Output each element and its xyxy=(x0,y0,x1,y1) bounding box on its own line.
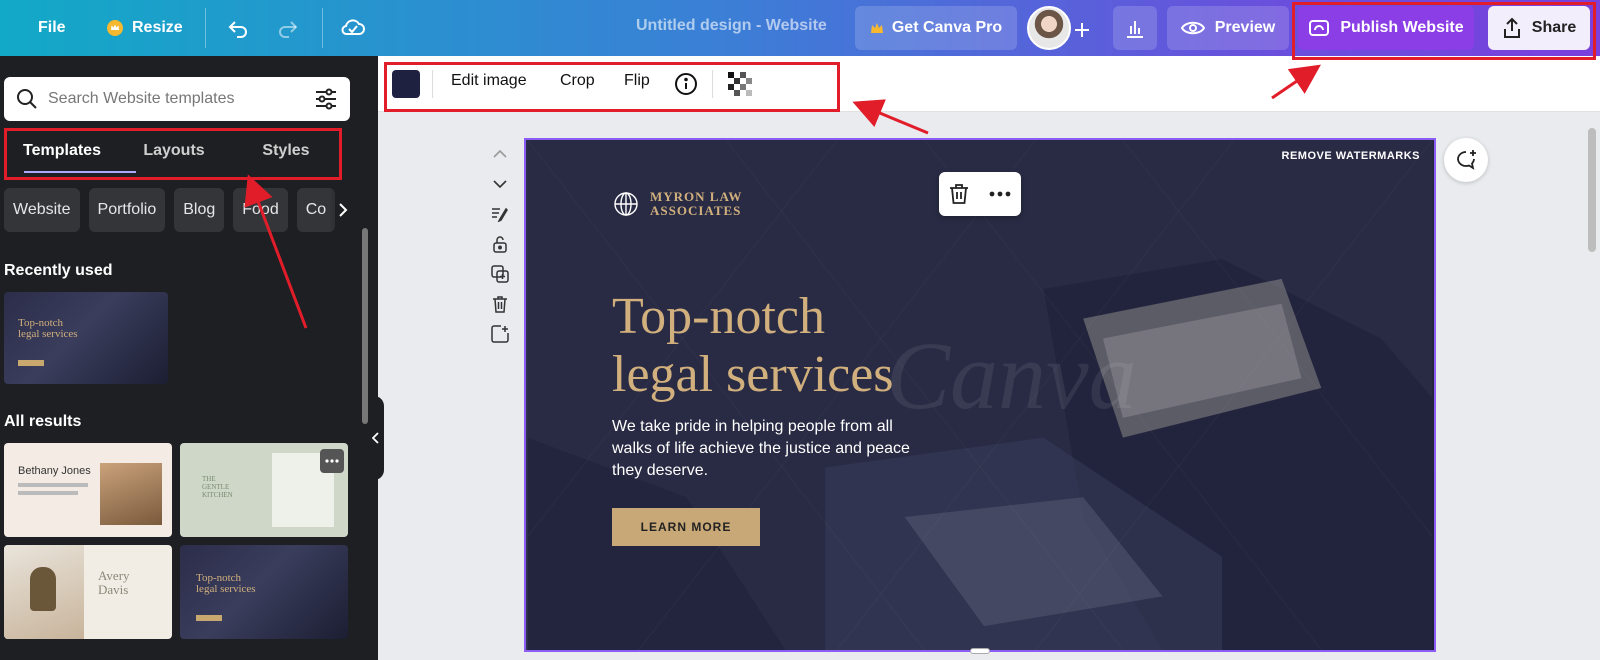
search-input[interactable]: Search Website templates xyxy=(48,90,234,108)
cloud-check-icon xyxy=(340,16,366,40)
chip-food[interactable]: Food xyxy=(233,188,288,232)
lock-page-button[interactable] xyxy=(490,234,510,254)
preview-button[interactable]: Preview xyxy=(1167,6,1289,50)
annotation-box-tabs xyxy=(4,128,342,180)
crown-icon xyxy=(870,22,884,34)
site-logo[interactable]: MYRON LAW ASSOCIATES xyxy=(612,190,742,218)
template-thumbnail[interactable]: Bethany Jones xyxy=(4,443,172,537)
recently-used-heading: Recently used xyxy=(4,262,113,279)
thumb-button xyxy=(196,615,222,621)
thumb-button xyxy=(18,360,44,366)
add-page-icon xyxy=(491,325,509,343)
chevron-down-icon xyxy=(493,180,507,188)
thumb-title-line: THE xyxy=(202,475,216,483)
thumb-title: Bethany Jones xyxy=(18,465,91,477)
logo-line-2: ASSOCIATES xyxy=(650,203,742,218)
add-collaborator-button[interactable] xyxy=(1072,12,1092,48)
more-options-button[interactable] xyxy=(320,449,344,473)
chevron-left-icon xyxy=(372,432,380,444)
thumb-text-line xyxy=(18,491,78,495)
trash-icon xyxy=(492,295,508,313)
chip-website[interactable]: Website xyxy=(4,188,80,232)
redo-icon xyxy=(276,16,300,40)
canva-watermark: Canva xyxy=(886,322,1137,429)
save-status-button[interactable] xyxy=(340,10,366,46)
chip-portfolio[interactable]: Portfolio xyxy=(88,188,166,232)
all-results-heading: All results xyxy=(4,413,82,430)
eye-icon xyxy=(1180,20,1205,36)
page-notes-button[interactable] xyxy=(490,204,510,224)
thumb-title: legal services xyxy=(18,328,78,340)
search-bar[interactable]: Search Website templates xyxy=(4,77,350,121)
undo-button[interactable] xyxy=(226,10,250,46)
thumb-text-line xyxy=(18,483,88,487)
logo-line-1: MYRON LAW xyxy=(650,189,743,204)
preview-label: Preview xyxy=(1214,19,1276,36)
filter-sliders-icon[interactable] xyxy=(314,88,338,110)
chevron-right-icon xyxy=(338,202,348,218)
divider xyxy=(322,8,323,48)
more-icon[interactable] xyxy=(989,191,1011,197)
learn-more-button[interactable]: LEARN MORE xyxy=(612,508,760,546)
element-context-menu xyxy=(939,172,1021,216)
move-page-up-button[interactable] xyxy=(490,144,510,164)
chevron-up-icon xyxy=(493,150,507,158)
recent-template-thumbnail[interactable]: Top-notch legal services xyxy=(4,292,168,384)
thumb-title: Avery Davis xyxy=(98,569,130,597)
duplicate-icon xyxy=(491,265,509,283)
page-resize-handle[interactable] xyxy=(970,648,990,654)
thumb-figure xyxy=(30,567,56,611)
edit-notes-icon xyxy=(491,206,509,222)
avatar[interactable] xyxy=(1027,6,1071,50)
thumb-title-line: GENTLE xyxy=(202,483,230,491)
thumb-title-line: KITCHEN xyxy=(202,491,233,499)
plus-icon xyxy=(1072,20,1092,40)
insights-button[interactable] xyxy=(1113,6,1157,50)
add-page-button[interactable] xyxy=(490,324,510,344)
trash-icon[interactable] xyxy=(949,183,969,205)
crown-icon xyxy=(106,19,124,37)
collapse-panel-handle[interactable] xyxy=(368,396,384,480)
resize-button[interactable]: Resize xyxy=(106,10,183,46)
search-icon xyxy=(16,88,38,110)
unlock-icon xyxy=(492,235,508,253)
panel-scrollbar[interactable] xyxy=(362,228,368,424)
annotation-box-publish xyxy=(1292,2,1596,60)
file-label: File xyxy=(38,19,66,36)
hero-heading-line-2: legal services xyxy=(612,346,894,403)
canvas-scrollbar[interactable] xyxy=(1588,128,1596,252)
thumb-title-line: Avery xyxy=(98,568,130,583)
globe-logo-icon xyxy=(612,190,640,218)
template-thumbnail[interactable]: THE GENTLE KITCHEN xyxy=(180,443,348,537)
redo-button[interactable] xyxy=(276,10,300,46)
thumb-title: THE GENTLE KITCHEN xyxy=(202,475,233,499)
document-title[interactable]: Untitled design - Website xyxy=(636,17,827,35)
move-page-down-button[interactable] xyxy=(490,174,510,194)
duplicate-page-button[interactable] xyxy=(490,264,510,284)
annotation-box-toolbar xyxy=(384,62,840,112)
category-chips: Website Portfolio Blog Food Co xyxy=(4,188,350,232)
file-menu-button[interactable]: File xyxy=(38,10,66,46)
divider xyxy=(205,8,206,48)
hero-subtext[interactable]: We take pride in helping people from all… xyxy=(612,416,932,482)
resize-label: Resize xyxy=(132,19,183,36)
add-comment-button[interactable] xyxy=(1444,138,1488,182)
bar-chart-icon xyxy=(1124,17,1146,39)
template-thumbnail[interactable]: Top-notch legal services xyxy=(180,545,348,639)
delete-page-button[interactable] xyxy=(490,294,510,314)
thumb-photo xyxy=(100,463,162,525)
thumb-title-line: Davis xyxy=(98,582,129,597)
thumb-title: legal services xyxy=(196,583,256,595)
chips-next-button[interactable] xyxy=(330,188,356,232)
template-thumbnail[interactable]: Avery Davis xyxy=(4,545,172,639)
hero-heading-line-1: Top-notch xyxy=(612,288,825,345)
comment-plus-icon xyxy=(1454,148,1478,172)
get-canva-pro-label: Get Canva Pro xyxy=(891,19,1003,36)
get-canva-pro-button[interactable]: Get Canva Pro xyxy=(855,6,1017,50)
chip-blog[interactable]: Blog xyxy=(174,188,225,232)
remove-watermarks-link[interactable]: REMOVE WATERMARKS xyxy=(1282,150,1420,162)
undo-icon xyxy=(226,16,250,40)
hero-heading[interactable]: Top-notch legal services xyxy=(612,288,894,404)
more-icon xyxy=(325,459,339,463)
